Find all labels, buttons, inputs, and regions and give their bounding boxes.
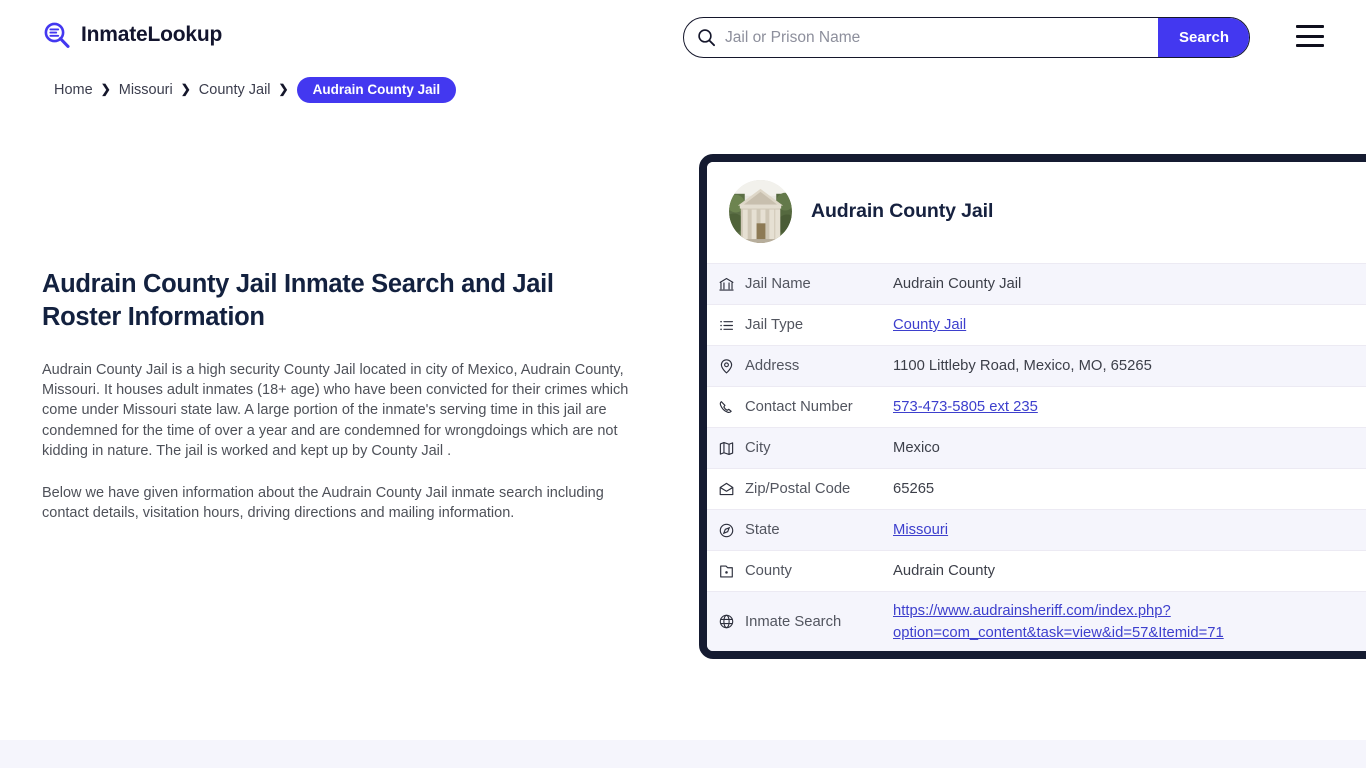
row-value-contact-number: 573-473-5805 ext 235	[893, 399, 1366, 415]
intro-paragraph: Audrain County Jail is a high security C…	[42, 362, 629, 459]
contact-number-link[interactable]: 573-473-5805 ext 235	[893, 399, 1038, 415]
list-icon	[707, 317, 745, 334]
secondary-paragraph: Below we have given information about th…	[42, 485, 604, 522]
row-value-jail-name: Audrain County Jail	[893, 276, 1022, 292]
chevron-right-icon: ❯	[180, 82, 191, 96]
page-bottom-band	[0, 740, 1366, 768]
row-value-zip-code: 65265	[893, 481, 935, 497]
envelope-icon	[707, 481, 745, 498]
table-row: Jail Type County Jail	[707, 304, 1366, 345]
hamburger-menu-icon[interactable]	[1296, 25, 1324, 47]
row-label-contact-number: Contact Number	[745, 399, 853, 415]
breadcrumb-item-county-jail[interactable]: County Jail	[199, 82, 271, 98]
row-value-inmate-search: https://www.audrainsheriff.com/index.php…	[893, 600, 1366, 644]
chevron-right-icon: ❯	[278, 82, 289, 96]
phone-icon	[707, 399, 745, 416]
table-row: City Mexico	[707, 427, 1366, 468]
jail-type-link[interactable]: County Jail	[893, 317, 966, 333]
row-label-city: City	[745, 440, 771, 456]
row-value-address: 1100 Littleby Road, Mexico, MO, 65265	[893, 358, 1152, 374]
breadcrumb-item-current: Audrain County Jail	[296, 77, 457, 103]
main-content: Audrain County Jail Inmate Search and Ja…	[42, 268, 636, 523]
breadcrumb-item-home[interactable]: Home	[54, 82, 93, 98]
card-title: Audrain County Jail	[811, 200, 994, 222]
row-label-state: State	[745, 522, 780, 538]
hamburger-bar	[1296, 44, 1324, 47]
row-value-state: Missouri	[893, 522, 1366, 538]
jail-info-card: Audrain County Jail Jail Name Audrain Co…	[699, 154, 1366, 659]
search-icon	[697, 28, 716, 47]
table-row: Address 1100 Littleby Road, Mexico, MO, …	[707, 345, 1366, 386]
row-label-address: Address	[745, 358, 800, 374]
card-header: Audrain County Jail	[707, 162, 1366, 263]
table-row: State Missouri	[707, 509, 1366, 550]
bank-icon	[707, 276, 745, 293]
state-link[interactable]: Missouri	[893, 522, 948, 538]
hamburger-bar	[1296, 25, 1324, 28]
site-header: InmateLookup Search	[0, 0, 1366, 74]
brand-logo-link[interactable]: InmateLookup	[42, 20, 222, 50]
table-row: Zip/Postal Code 65265	[707, 468, 1366, 509]
row-label-county: County	[745, 563, 792, 579]
row-value-county: Audrain County	[893, 563, 995, 579]
inmate-search-link[interactable]: https://www.audrainsheriff.com/index.php…	[893, 603, 1224, 641]
row-label-jail-name: Jail Name	[745, 276, 811, 292]
row-label-zip-code: Zip/Postal Code	[745, 481, 851, 497]
table-row: Contact Number 573-473-5805 ext 235	[707, 386, 1366, 427]
breadcrumb-item-missouri[interactable]: Missouri	[119, 82, 173, 98]
map-pin-icon	[707, 358, 745, 375]
table-row: Jail Name Audrain County Jail	[707, 263, 1366, 304]
table-row: County Audrain County	[707, 550, 1366, 591]
county-icon	[707, 563, 745, 580]
row-value-city: Mexico	[893, 440, 940, 456]
row-value-jail-type: County Jail	[893, 317, 1366, 333]
compass-icon	[707, 522, 745, 539]
map-icon	[707, 440, 745, 457]
globe-icon	[707, 613, 745, 630]
row-label-jail-type: Jail Type	[745, 317, 804, 333]
magnifier-list-icon	[42, 20, 72, 50]
chevron-right-icon: ❯	[100, 82, 111, 96]
table-row: Inmate Search https://www.audrainsheriff…	[707, 591, 1366, 651]
search-bar[interactable]: Search	[683, 17, 1250, 58]
breadcrumb: Home ❯ Missouri ❯ County Jail ❯ Audrain …	[54, 77, 457, 103]
search-button[interactable]: Search	[1158, 18, 1249, 57]
page-title: Audrain County Jail Inmate Search and Ja…	[42, 270, 554, 331]
row-label-inmate-search: Inmate Search	[745, 613, 842, 630]
search-input[interactable]	[716, 18, 1158, 57]
brand-name: InmateLookup	[81, 23, 223, 46]
courthouse-photo	[729, 180, 792, 243]
hamburger-bar	[1296, 34, 1324, 38]
